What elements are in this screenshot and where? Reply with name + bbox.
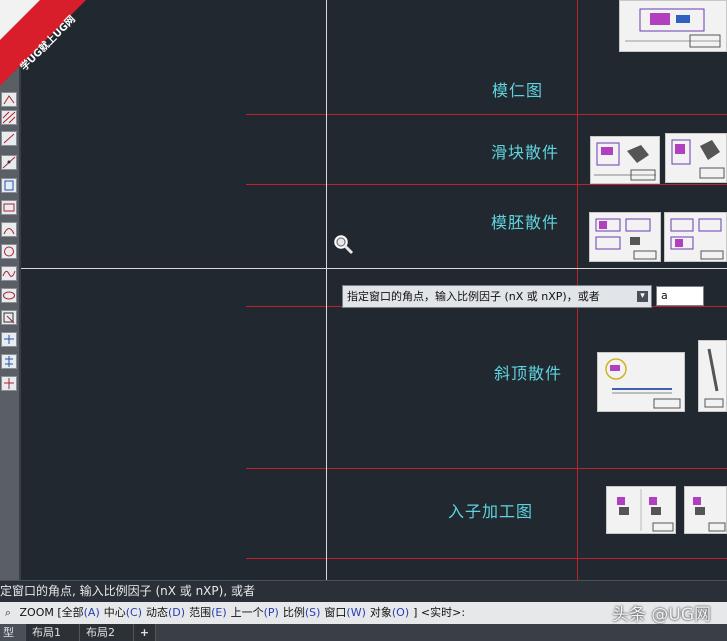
prompt-text: 指定窗口的角点，输入比例因子 (nX 或 nXP)，或者 [347, 290, 600, 303]
command-prefix: ZOOM [ [19, 606, 62, 619]
tab-layout2[interactable]: 布局2 [80, 624, 134, 641]
sheet-thumbnail-mold-base-1[interactable] [589, 212, 661, 262]
zoom-option-label: 范围 [189, 606, 212, 619]
zoom-option-label: 比例 [282, 606, 305, 619]
zoom-option-key: (P) [263, 606, 279, 619]
frame-horizontal-line [246, 468, 727, 469]
zoom-option-key: (O) [391, 606, 410, 619]
zoom-option-label: 动态 [146, 606, 169, 619]
zoom-option-label: 上一个 [230, 606, 264, 619]
sheet-thumbnail-slider-2[interactable] [665, 133, 727, 183]
crosshair-vertical [326, 0, 327, 580]
command-line-icon[interactable]: ⌕ [0, 602, 16, 624]
command-history: 定窗口的角点, 输入比例因子 (nX 或 nXP), 或者 [0, 580, 727, 602]
zoom-option-key: (A) [83, 606, 100, 619]
dynamic-input-field[interactable]: a [656, 286, 704, 306]
watermark-text: 头条 @UG网 [611, 605, 711, 625]
zoom-option-label: 中心 [103, 606, 126, 619]
line-tool-icon[interactable] [1, 131, 17, 146]
zoom-option-key: (E) [211, 606, 227, 619]
arc-tool-icon[interactable] [1, 222, 17, 237]
zoom-option-label: 全部 [61, 606, 84, 619]
label-mold-base-parts: 模胚散件 [491, 213, 560, 232]
zoom-option-key: (W) [346, 606, 366, 619]
label-insert-machining: 入子加工图 [448, 502, 534, 521]
sheet-thumbnail-insert-1[interactable] [606, 486, 676, 534]
add-layout-button[interactable]: + [134, 624, 156, 641]
gradient-tool-icon[interactable] [1, 354, 17, 369]
dynamic-input-prompt: 指定窗口的角点，输入比例因子 (nX 或 nXP)，或者 ▾ [342, 285, 652, 308]
polyline-tool-icon[interactable] [1, 92, 17, 107]
zoom-cursor-icon [334, 235, 354, 255]
zoom-option[interactable]: 全部(A) [62, 606, 100, 619]
polygon-tool-icon[interactable] [1, 178, 17, 193]
zoom-option[interactable]: 中心(C) [104, 606, 142, 619]
zoom-option[interactable]: 上一个(P) [231, 606, 279, 619]
point-tool-icon[interactable] [1, 332, 17, 347]
sheet-thumbnail-mold-base-2[interactable] [664, 212, 727, 262]
zoom-option[interactable]: 比例(S) [283, 606, 321, 619]
zoom-option[interactable]: 窗口(W) [324, 606, 365, 619]
zoom-option[interactable]: 动态(D) [146, 606, 185, 619]
tab-layout1[interactable]: 布局1 [26, 624, 80, 641]
hatch-tool-icon[interactable] [1, 110, 17, 125]
sheet-thumbnail-core[interactable] [619, 0, 727, 52]
rectangle-tool-icon[interactable] [1, 200, 17, 215]
zoom-option[interactable]: 范围(E) [189, 606, 227, 619]
frame-horizontal-line [246, 184, 727, 185]
frame-horizontal-line [246, 558, 727, 559]
site-logo-badge: 9SUG 学UG就上UG网 [0, 0, 86, 86]
sheet-thumbnail-insert-2[interactable] [684, 486, 727, 534]
sheet-thumbnail-lifter-2[interactable] [698, 340, 727, 412]
draw-toolbar [0, 0, 19, 580]
frame-horizontal-line [246, 114, 727, 115]
region-tool-icon[interactable] [1, 376, 17, 391]
crosshair-horizontal [21, 268, 727, 269]
layout-tab-bar: 型 布局1 布局2 + [0, 624, 727, 641]
sheet-thumbnail-lifter-1[interactable] [597, 352, 685, 412]
options-dropdown-icon[interactable]: ▾ [637, 291, 648, 302]
zoom-option-label: 窗口 [324, 606, 347, 619]
command-suffix: ] <实时>: [413, 606, 466, 619]
zoom-option[interactable]: 对象(O) [370, 606, 409, 619]
label-lifter-parts: 斜顶散件 [494, 364, 563, 383]
zoom-option-key: (C) [125, 606, 143, 619]
spline-tool-icon[interactable] [1, 266, 17, 281]
command-options: 全部(A) 中心(C) 动态(D) 范围(E) 上一个(P) 比例(S) 窗口(W) 对象(O… [62, 606, 414, 619]
zoom-option-key: (S) [304, 606, 321, 619]
circle-tool-icon[interactable] [1, 244, 17, 259]
label-slider-parts: 滑块散件 [491, 143, 560, 162]
tab-model[interactable]: 型 [0, 624, 26, 641]
sheet-thumbnail-slider-1[interactable] [590, 136, 660, 184]
zoom-option-key: (D) [168, 606, 186, 619]
insert-block-icon[interactable] [1, 310, 17, 325]
label-core-drawing: 模仁图 [492, 81, 544, 100]
ellipse-tool-icon[interactable] [1, 288, 17, 303]
zoom-option-label: 对象 [369, 606, 392, 619]
xline-tool-icon[interactable] [1, 155, 17, 170]
